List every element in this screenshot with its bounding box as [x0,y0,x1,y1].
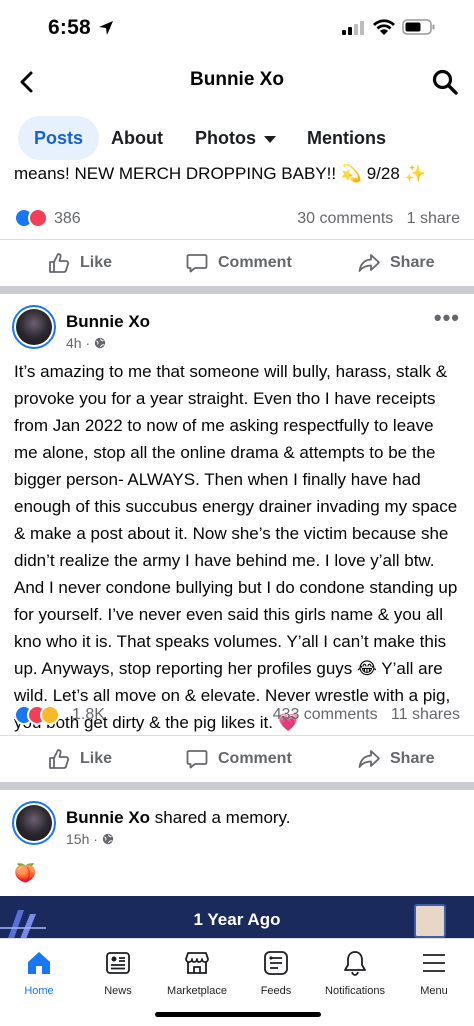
search-icon[interactable] [430,67,460,97]
post-text-line: didn’t realize the army I have behind me… [14,551,435,570]
post-text: means! NEW MERCH DROPPING BABY!! 💫 9/28 … [14,164,426,183]
post-text-line: & make a post about it. Now she’s the vi… [14,524,449,543]
post-stats: 433 comments 11 shares [273,706,460,724]
post-text-line: It’s amazing to me that someone will bul… [14,362,448,381]
cellular-signal-icon [342,21,364,35]
tab-marketplace[interactable]: Marketplace [157,949,237,997]
post-timestamp[interactable]: 15h · [66,831,114,847]
post-text-line: me alone, stop all the online drama & at… [14,443,436,462]
share-arrow-icon [358,750,380,768]
post-timestamp[interactable]: 4h · [66,335,106,351]
post-text-line: bigger person- ALWAYS. Then when I final… [14,470,421,489]
post-text-line: wild. Let’s all move on & elevate. Never… [14,686,451,705]
globe-icon [102,833,114,845]
page-title: Bunnie Xo [190,69,284,90]
comment-bubble-icon [186,750,208,769]
tab-news[interactable]: News [78,949,158,997]
post-text-line: for yourself. I’ve never even said this … [14,605,443,624]
battery-icon [402,19,435,35]
feed-separator [0,782,474,790]
memory-thumbnail [414,904,446,938]
status-bar: 6:58 [0,0,474,52]
share-count[interactable]: 11 shares [391,706,460,723]
reaction-count[interactable]: 1.8K [72,706,105,724]
bell-icon [344,951,366,976]
tab-feeds[interactable]: Feeds [236,949,316,997]
memory-label: 1 Year Ago [193,910,281,929]
thumbs-up-icon [49,253,70,273]
news-icon [106,952,130,974]
tab-posts[interactable]: Posts [18,116,100,160]
post-text-line: enough of this succubus energy drainer i… [14,497,458,516]
more-options-icon[interactable]: ••• [434,305,460,331]
post-stats: 30 comments 1 share [297,210,460,228]
share-count[interactable]: 1 share [407,210,460,227]
tab-mentions[interactable]: Mentions [291,116,402,160]
wifi-icon [373,19,395,35]
location-arrow-icon [99,21,113,35]
post-author[interactable]: Bunnie Xo [66,312,150,332]
love-reaction-icon [28,208,48,228]
post-text-line: up. Anyways, stop reporting her profiles… [14,659,443,678]
like-button[interactable]: Like [48,736,128,782]
home-icon [28,952,50,974]
like-button[interactable]: Like [48,240,128,286]
comment-button[interactable]: Comment [186,736,296,782]
reaction-count[interactable]: 386 [54,210,81,228]
tab-about[interactable]: About [95,116,179,160]
post-text-line: And I never condone bullying but I do co… [14,578,458,597]
feed-separator [0,286,474,294]
app-header: Bunnie Xo [0,56,474,110]
home-indicator [155,1012,321,1017]
post-actions: Like Comment Share [0,736,474,782]
feeds-icon [264,951,288,975]
menu-icon [423,954,445,972]
post-actions: Like Comment Share [0,240,474,286]
comment-count[interactable]: 30 comments [297,210,393,227]
marketplace-icon [185,952,209,974]
post-text-line: kno who it is. That speaks volumes. Y’al… [14,632,447,651]
post-text: 🍑 [14,863,37,883]
share-button[interactable]: Share [358,240,448,286]
tab-menu[interactable]: Menu [394,949,474,997]
tab-home[interactable]: Home [0,949,79,997]
comment-bubble-icon [186,254,208,273]
avatar[interactable] [12,305,56,349]
tab-photos[interactable]: Photos [179,116,292,160]
profile-tabs: Posts About Photos Mentions [0,116,474,162]
post-text-line: provoke you for a year straight. Even th… [14,389,436,408]
share-arrow-icon [358,254,380,272]
avatar[interactable] [12,801,56,845]
status-time: 6:58 [48,16,91,39]
comment-button[interactable]: Comment [186,240,296,286]
post-author: Bunnie Xo shared a memory. [66,808,291,827]
tab-notifications[interactable]: Notifications [315,949,395,997]
comment-count[interactable]: 433 comments [273,706,378,723]
post-text-line: from Jan 2022 to now of me asking respec… [14,416,434,435]
share-button[interactable]: Share [358,736,448,782]
care-reaction-icon [40,705,60,725]
thumbs-up-icon [49,749,70,769]
caret-down-icon [264,135,276,143]
globe-icon [94,337,106,349]
